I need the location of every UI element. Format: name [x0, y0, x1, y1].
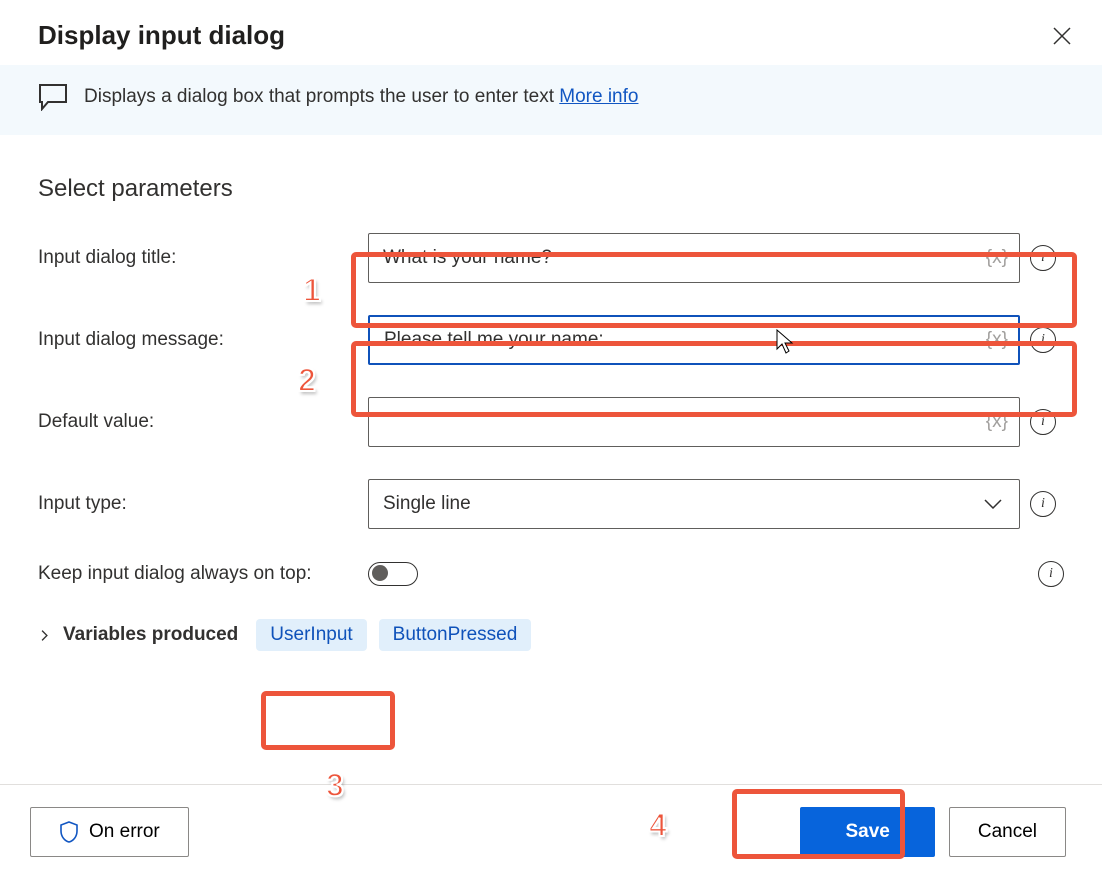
message-icon	[38, 83, 68, 111]
dialog-footer: On error Save Cancel	[0, 784, 1102, 879]
dialog-title: Display input dialog	[38, 20, 285, 51]
on-error-label: On error	[89, 821, 160, 843]
field-label: Input dialog message:	[38, 329, 368, 351]
always-on-top-toggle[interactable]	[368, 562, 418, 586]
info-icon[interactable]: i	[1030, 327, 1056, 353]
parameters-body: Select parameters Input dialog title: {x…	[0, 135, 1102, 661]
input-type-select[interactable]: Single line	[368, 479, 1020, 529]
field-label: Default value:	[38, 411, 368, 433]
field-row-input-type: Input type: Single line i	[38, 479, 1064, 529]
input-dialog-message-field[interactable]	[368, 315, 1020, 365]
field-row-default: Default value: {x} i	[38, 397, 1064, 447]
description-text: Displays a dialog box that prompts the u…	[84, 86, 638, 108]
section-heading: Select parameters	[38, 175, 1064, 203]
save-label: Save	[845, 821, 889, 843]
input-dialog-title-field[interactable]	[368, 233, 1020, 283]
chevron-right-icon[interactable]	[38, 629, 51, 642]
on-error-button[interactable]: On error	[30, 807, 189, 857]
dialog-header: Display input dialog	[0, 0, 1102, 65]
info-icon[interactable]: i	[1030, 491, 1056, 517]
field-label: Keep input dialog always on top:	[38, 563, 368, 585]
select-value: Single line	[383, 493, 471, 515]
variable-chip-buttonpressed[interactable]: ButtonPressed	[379, 619, 532, 651]
info-icon[interactable]: i	[1030, 245, 1056, 271]
variables-produced-row: Variables produced UserInput ButtonPress…	[38, 619, 1064, 651]
chevron-down-icon	[983, 498, 1003, 510]
more-info-link[interactable]: More info	[559, 86, 638, 107]
save-button[interactable]: Save	[800, 807, 934, 857]
field-row-title: Input dialog title: {x} i	[38, 233, 1064, 283]
toggle-knob	[372, 565, 388, 581]
field-label: Input type:	[38, 493, 368, 515]
annotation-box-3	[261, 691, 395, 750]
close-icon	[1053, 27, 1071, 45]
default-value-field[interactable]	[368, 397, 1020, 447]
variable-chip-userinput[interactable]: UserInput	[256, 619, 366, 651]
variables-produced-label: Variables produced	[63, 624, 238, 646]
cancel-button[interactable]: Cancel	[949, 807, 1066, 857]
field-label: Input dialog title:	[38, 247, 368, 269]
shield-icon	[59, 821, 79, 843]
field-row-always-on-top: Keep input dialog always on top: i	[38, 561, 1064, 587]
info-icon[interactable]: i	[1038, 561, 1064, 587]
description-bar: Displays a dialog box that prompts the u…	[0, 65, 1102, 135]
field-row-message: Input dialog message: {x} i	[38, 315, 1064, 365]
cancel-label: Cancel	[978, 821, 1037, 843]
info-icon[interactable]: i	[1030, 409, 1056, 435]
description-body: Displays a dialog box that prompts the u…	[84, 86, 559, 107]
close-button[interactable]	[1048, 22, 1076, 50]
